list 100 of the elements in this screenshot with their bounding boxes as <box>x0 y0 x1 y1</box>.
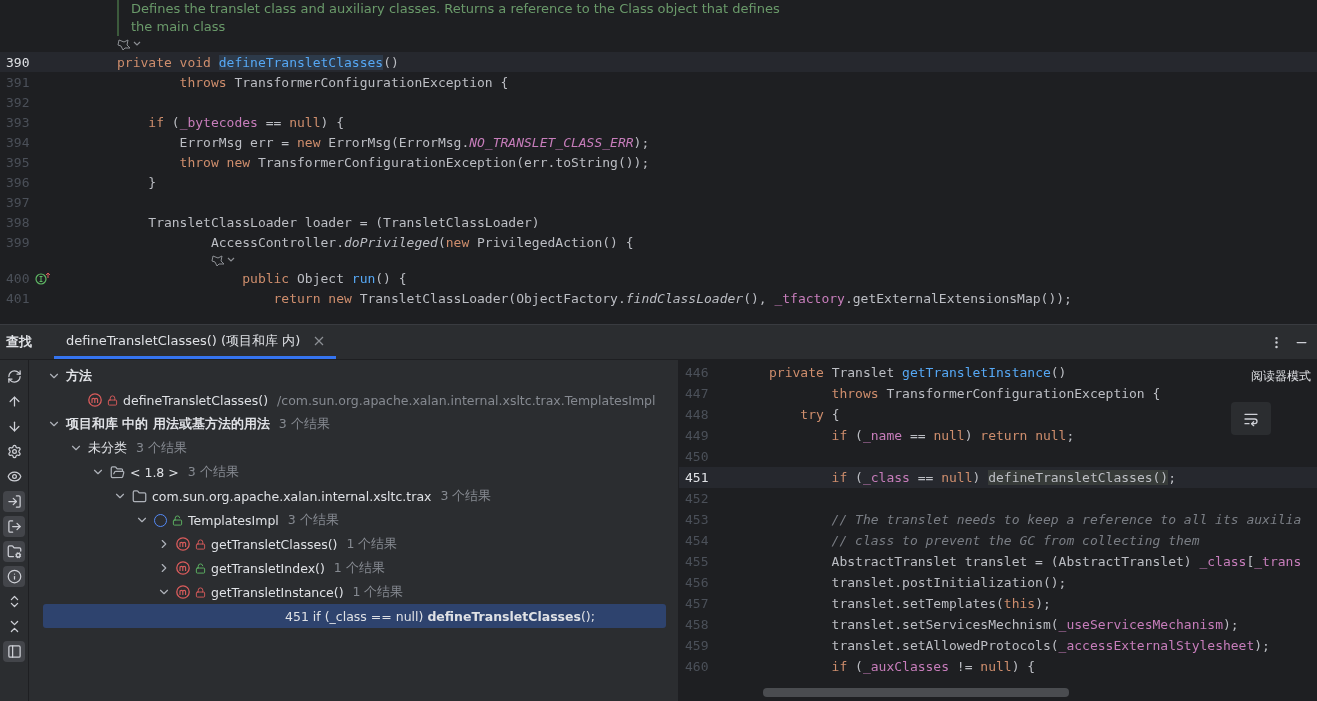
code-token: ) { <box>320 114 344 130</box>
code-token: Translet <box>831 365 896 380</box>
info-icon[interactable] <box>3 566 25 587</box>
code-token: private void <box>117 54 212 70</box>
code-token: != <box>955 659 974 674</box>
code-token: TransformerConfigurationException(err.toString()); <box>257 154 650 170</box>
code-token: private <box>769 365 825 380</box>
code-token: ErrorMsg(ErrorMsg. <box>328 134 470 150</box>
result-count: 1 个结果 <box>333 559 385 577</box>
code-token: _accessExternalStylesheet <box>1058 638 1255 653</box>
method-icon <box>176 537 190 551</box>
code-token: null <box>289 114 321 130</box>
code-token: // The translet needs to keep a reference to all its auxilia <box>830 512 1302 527</box>
code-token: defineTransletClasses <box>218 54 384 70</box>
code-token: NO_TRANSLET_CLASS_ERR <box>469 134 634 150</box>
path-text: /com.sun.org.apache.xalan.internal.xsltc.trax.TemplatesImpl <box>277 392 656 408</box>
code-token: ); <box>1254 638 1270 653</box>
library-folder-icon <box>110 464 125 480</box>
code-token: AccessController. <box>209 234 344 250</box>
code-token: ) <box>972 470 982 485</box>
tree-item-label[interactable]: getTransletIndex() <box>211 560 325 576</box>
code-token: TransformerConfigurationException { <box>234 74 509 90</box>
code-token: _name <box>862 428 903 443</box>
result-count: 3 个结果 <box>278 415 330 433</box>
code-token: ( <box>855 428 863 443</box>
code-token: translet.setAllowedProtocols( <box>830 638 1059 653</box>
code-token: PrivilegedAction() { <box>477 234 634 250</box>
result-count: 3 个结果 <box>136 439 187 457</box>
panel-icon[interactable] <box>3 641 25 662</box>
tree-item-label[interactable]: 项目和库 中的 用法或基方法的用法 <box>66 415 270 433</box>
code-token: [ <box>1246 554 1255 569</box>
panel-title: 查找 <box>6 333 32 351</box>
code-token: findClassLoader <box>625 290 744 306</box>
code-token: new <box>445 234 471 250</box>
code-token: defineTransletClasses() <box>988 470 1169 485</box>
usage-row[interactable]: 451 if (_class == null) defineTransletClasses(); <box>43 604 666 628</box>
code-token: translet.setServicesMechnism( <box>830 617 1059 632</box>
tree-item-label[interactable]: getTransletClasses() <box>211 536 338 552</box>
soft-wrap-button[interactable] <box>1231 402 1271 435</box>
implements-icon[interactable] <box>35 271 52 285</box>
results-tab[interactable]: defineTransletClasses() (项目和库 内) <box>54 325 337 359</box>
code-token: (), <box>743 290 768 306</box>
code-token: try <box>799 407 825 422</box>
line-number: 451 <box>685 470 709 485</box>
fold-icon[interactable] <box>117 38 143 50</box>
code-token: _class <box>862 470 910 485</box>
code-token: return null <box>980 428 1067 443</box>
code-token: ErrorMsg err = <box>178 134 291 150</box>
code-token: ) <box>964 428 974 443</box>
code-token: // class to prevent the GC from collecting them <box>830 533 1200 548</box>
code-token: _tfactory <box>774 290 845 306</box>
code-token: ( <box>855 659 863 674</box>
method-icon <box>176 585 190 599</box>
result-count: 1 个结果 <box>352 583 404 601</box>
result-count: 1 个结果 <box>346 535 398 553</box>
code-token: () { <box>375 270 407 286</box>
arrow-out-icon[interactable] <box>3 516 25 537</box>
code-token: throws <box>178 74 228 90</box>
arrow-in-icon[interactable] <box>3 491 25 512</box>
code-token: ) { <box>1011 659 1036 674</box>
tree-item-label[interactable]: 方法 <box>66 367 92 385</box>
code-token: ); <box>1035 596 1051 611</box>
code-token: { <box>831 407 840 422</box>
code-token: == <box>264 114 283 130</box>
code-token: public <box>241 270 291 286</box>
code-token: ( <box>437 234 446 250</box>
code-token: ); <box>633 134 650 150</box>
tree-item-label[interactable]: com.sun.org.apache.xalan.internal.xsltc.trax <box>152 488 432 504</box>
result-count: 3 个结果 <box>287 511 339 529</box>
reader-mode-link[interactable]: 阅读器模式 <box>1251 368 1311 385</box>
tree-item-label[interactable]: getTransletInstance() <box>211 584 344 600</box>
close-icon[interactable] <box>314 335 325 346</box>
code-token: () <box>383 54 399 70</box>
code-token: } <box>147 174 157 190</box>
code-token: .getExternalExtensionsMap()); <box>844 290 1072 306</box>
code-token: translet.setTemplates( <box>830 596 1004 611</box>
result-count: 3 个结果 <box>187 463 239 481</box>
tree-item-label[interactable]: < 1.8 > <box>130 464 179 480</box>
code-token: TransletClassLoader(ObjectFactory. <box>359 290 626 306</box>
code-token: ( <box>855 470 863 485</box>
code-token: if <box>830 659 849 674</box>
method-icon <box>88 393 102 407</box>
code-token: == <box>916 470 935 485</box>
folder-icon[interactable] <box>3 541 25 562</box>
code-token: translet.postInitialization(); <box>830 575 1067 590</box>
tree-item-label[interactable]: defineTransletClasses() <box>123 392 269 408</box>
method-icon <box>176 561 190 575</box>
code-token: if <box>147 114 165 130</box>
fold-icon[interactable] <box>210 254 237 266</box>
tree-item-label[interactable]: TemplatesImpl <box>188 512 279 528</box>
code-token: if <box>830 428 849 443</box>
code-token: doPrivileged <box>344 234 438 250</box>
code-token: null <box>933 428 965 443</box>
code-token: return new <box>272 290 353 306</box>
code-token: ; <box>1168 470 1176 485</box>
code-token: _trans <box>1254 554 1302 569</box>
scrollbar-thumb[interactable] <box>763 688 1069 697</box>
code-token: _class <box>1199 554 1247 569</box>
tree-item-label[interactable]: 未分类 <box>88 439 127 457</box>
code-token: _auxClasses <box>862 659 949 674</box>
